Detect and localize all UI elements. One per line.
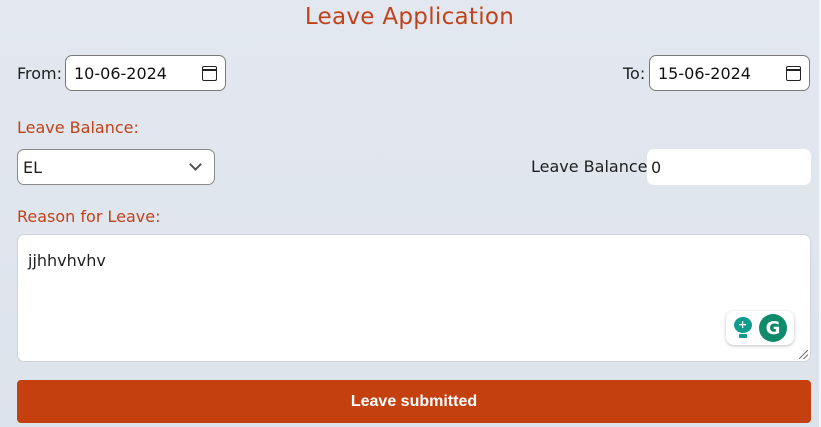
lightbulb-icon[interactable]: + [733,317,753,339]
calendar-icon[interactable] [202,65,217,81]
leave-balance-label: Leave Balance: [531,157,653,176]
reason-textarea[interactable]: jjhhvhvhv [17,234,811,362]
to-label: To: [623,64,646,83]
leave-type-select[interactable]: EL [17,149,215,185]
from-date-input[interactable]: 10-06-2024 [65,55,226,91]
leave-balance-value: 0 [651,157,662,177]
page-title: Leave Application [304,4,515,30]
grammarly-widget[interactable]: + G [726,311,794,345]
leave-balance-heading: Leave Balance: [17,118,139,137]
resize-handle[interactable] [799,350,808,359]
to-date-input[interactable]: 15-06-2024 [649,55,810,91]
leave-type-value: EL [23,157,43,177]
reason-text: jjhhvhvhv [28,251,106,270]
leave-application-form: Leave Application From: 10-06-2024 To: 1… [0,0,821,427]
from-label: From: [17,64,63,83]
submit-button[interactable]: Leave submitted [17,380,811,423]
from-date-value: 10-06-2024 [74,63,167,83]
leave-balance-field[interactable]: 0 [647,149,811,185]
calendar-icon[interactable] [786,65,801,81]
chevron-down-icon [189,158,202,171]
reason-heading: Reason for Leave: [17,207,161,226]
grammarly-icon[interactable]: G [759,314,787,342]
to-date-value: 15-06-2024 [658,63,751,83]
